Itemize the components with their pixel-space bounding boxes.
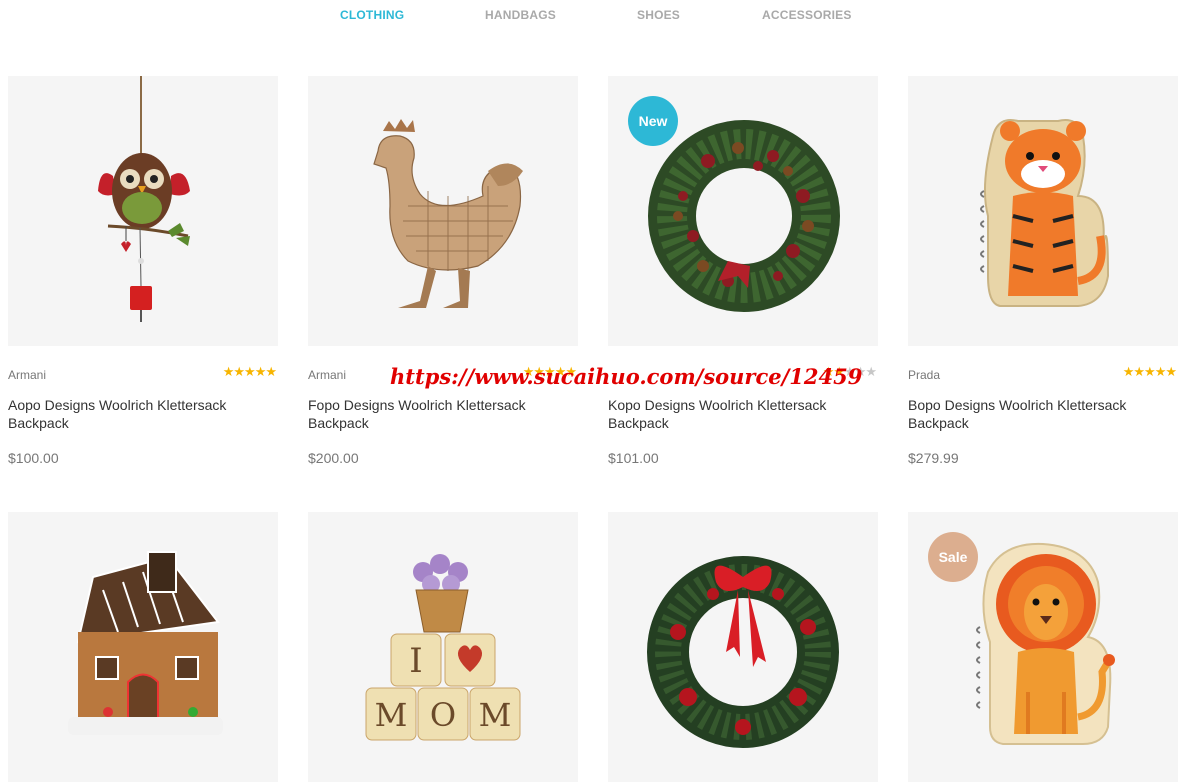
product-brand: Prada (908, 368, 941, 382)
product-price: $200.00 (308, 450, 359, 466)
red-bow-wreath-icon (647, 556, 839, 748)
product-card[interactable] (8, 512, 278, 782)
product-card[interactable]: I M O M (308, 512, 578, 782)
star-icon: ★ (222, 364, 235, 379)
product-card[interactable]: Armani ★★★★★ Fopo Designs Woolrich Klett… (308, 76, 578, 466)
mom-blocks-icon: I M O M (365, 554, 521, 741)
sale-badge: Sale (928, 532, 978, 582)
star-icon: ★ (1165, 364, 1177, 379)
wooden-rooster-icon (373, 119, 523, 308)
category-tabs: CLOTHING HANDBAGS SHOES ACCESSORIES (0, 0, 1180, 30)
star-icon: ★ (1154, 364, 1167, 379)
block-letter-m: M (375, 696, 408, 734)
star-icon: ★ (865, 364, 877, 379)
tab-handbags[interactable]: HANDBAGS (485, 8, 556, 22)
product-name[interactable]: Bopo Designs Woolrich Klettersack Backpa… (908, 396, 1158, 432)
block-letter-m: M (479, 696, 512, 734)
star-icon: ★ (265, 364, 277, 379)
owl-ornament-icon (98, 76, 190, 322)
product-image[interactable] (608, 512, 878, 782)
product-name[interactable]: Aopo Designs Woolrich Klettersack Backpa… (8, 396, 258, 432)
rating-stars: ★★★★★ (222, 364, 277, 380)
star-icon: ★ (1133, 364, 1145, 379)
product-card[interactable]: New ★★★★★ Kopo Designs Woolrich Kletters… (608, 76, 878, 466)
product-image[interactable]: I M O M (308, 512, 578, 782)
product-image[interactable] (8, 76, 278, 346)
product-price: $101.00 (608, 450, 659, 466)
tab-shoes[interactable]: SHOES (637, 8, 680, 22)
product-card[interactable] (608, 512, 878, 782)
product-price: $279.99 (908, 450, 959, 466)
star-icon: ★ (244, 364, 256, 379)
gingerbread-house-icon (68, 551, 223, 735)
product-image[interactable] (308, 76, 578, 346)
tiger-notebook-icon (980, 119, 1110, 307)
product-price: $100.00 (8, 450, 59, 466)
product-name[interactable]: Fopo Designs Woolrich Klettersack Backpa… (308, 396, 558, 432)
product-image[interactable] (908, 76, 1178, 346)
tab-clothing[interactable]: CLOTHING (340, 8, 404, 22)
star-icon: ★ (1122, 364, 1135, 379)
tab-accessories[interactable]: ACCESSORIES (762, 8, 852, 22)
product-card[interactable]: Sale (908, 512, 1178, 782)
product-image[interactable]: New (608, 76, 878, 346)
star-icon: ★ (254, 364, 267, 379)
star-icon: ★ (233, 364, 245, 379)
block-letter-o: O (430, 696, 456, 734)
block-letter-i: I (409, 641, 422, 681)
product-name[interactable]: Kopo Designs Woolrich Klettersack Backpa… (608, 396, 858, 432)
rating-stars: ★★★★★ (1122, 364, 1177, 380)
product-card[interactable]: Armani ★★★★★ Aopo Designs Woolrich Klett… (8, 76, 278, 466)
star-icon: ★ (1144, 364, 1156, 379)
product-brand: Armani (8, 368, 47, 382)
new-badge: New (628, 96, 678, 146)
product-card[interactable]: Prada ★★★★★ Bopo Designs Woolrich Klette… (908, 76, 1178, 466)
product-brand: Armani (308, 368, 347, 382)
product-image[interactable]: Sale (908, 512, 1178, 782)
watermark-text: https://www.sucaihuo.com/source/12459 (390, 364, 863, 389)
product-image[interactable] (8, 512, 278, 782)
